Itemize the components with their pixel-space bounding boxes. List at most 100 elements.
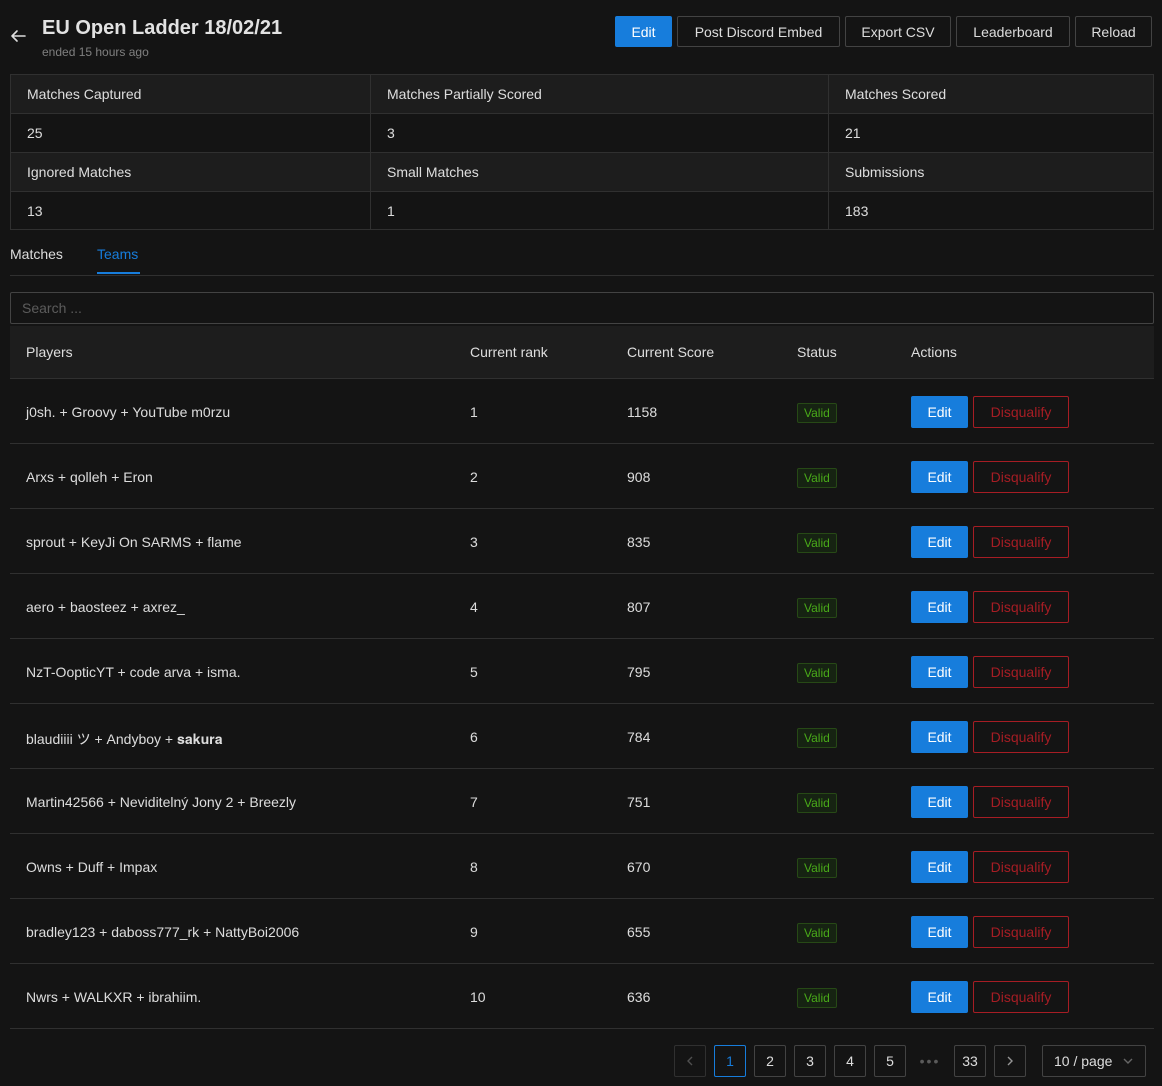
status-badge: Valid — [797, 533, 837, 553]
column-header-rank[interactable]: Current rank — [470, 344, 548, 360]
search-input[interactable] — [10, 292, 1154, 324]
disqualify-team-button[interactable]: Disqualify — [973, 981, 1069, 1013]
team-players: Martin42566 + Neviditelný Jony 2 + Breez… — [26, 794, 297, 810]
status-badge: Valid — [797, 923, 837, 943]
team-players: aero + baosteez + axrez_ — [26, 599, 185, 615]
team-players: Arxs + qolleh + Eron — [26, 469, 153, 485]
stat-value-submissions: 183 — [829, 192, 1153, 229]
disqualify-team-button[interactable]: Disqualify — [973, 851, 1069, 883]
pagination-prev-button[interactable] — [674, 1045, 706, 1077]
table-row: sprout + KeyJi On SARMS + flame 3 835 Valid… — [10, 509, 1154, 574]
table-row: NzT-OopticYT + code arva + isma. 5 795 Vali… — [10, 639, 1154, 704]
team-players: NzT-OopticYT + code arva + isma. — [26, 664, 241, 680]
team-score: 807 — [627, 599, 651, 615]
edit-event-button[interactable]: Edit — [615, 16, 672, 47]
team-rank: 3 — [470, 534, 478, 550]
column-header-status[interactable]: Status — [797, 344, 837, 360]
pagination-page-2[interactable]: 2 — [754, 1045, 786, 1077]
edit-team-button[interactable]: Edit — [911, 851, 968, 883]
team-players: blaudiiii ツ + Andyboy + 𝐬𝐚𝐤𝐮𝐫𝐚 — [26, 731, 223, 747]
status-badge: Valid — [797, 598, 837, 618]
column-header-players[interactable]: Players — [26, 344, 73, 360]
post-discord-embed-button[interactable]: Post Discord Embed — [677, 16, 840, 47]
team-players: Owns + Duff + Impax — [26, 859, 158, 875]
status-badge: Valid — [797, 663, 837, 683]
team-rank: 4 — [470, 599, 478, 615]
table-row: Martin42566 + Neviditelný Jony 2 + Breez… — [10, 769, 1154, 834]
pagination-page-1[interactable]: 1 — [714, 1045, 746, 1077]
team-score: 751 — [627, 794, 651, 810]
disqualify-team-button[interactable]: Disqualify — [973, 591, 1069, 623]
team-score: 835 — [627, 534, 651, 550]
event-page: EU Open Ladder 18/02/21 ended 15 hours a… — [0, 0, 1162, 1086]
page-header: EU Open Ladder 18/02/21 ended 15 hours a… — [0, 0, 1162, 76]
team-rank: 8 — [470, 859, 478, 875]
disqualify-team-button[interactable]: Disqualify — [973, 396, 1069, 428]
stat-label-matches-scored: Matches Scored — [829, 75, 1153, 114]
column-header-score[interactable]: Current Score — [627, 344, 714, 360]
stat-label-ignored-matches: Ignored Matches — [11, 153, 371, 192]
pagination-jump-next[interactable]: ••• — [914, 1045, 946, 1077]
edit-team-button[interactable]: Edit — [911, 656, 968, 688]
team-players: bradley123 + daboss777_rk + NattyBoi2006 — [26, 924, 300, 940]
disqualify-team-button[interactable]: Disqualify — [973, 526, 1069, 558]
table-row: Nwrs + WALKXR + ibrahiim. 10 636 Valid Edit D… — [10, 964, 1154, 1029]
edit-team-button[interactable]: Edit — [911, 916, 968, 948]
table-header: Players Current rank Current Score Statu… — [10, 326, 1154, 379]
chevron-right-icon — [1007, 1056, 1013, 1066]
page-title: EU Open Ladder 18/02/21 — [42, 17, 283, 39]
team-rank: 6 — [470, 729, 478, 745]
team-score: 670 — [627, 859, 651, 875]
team-score: 636 — [627, 989, 651, 1005]
edit-team-button[interactable]: Edit — [911, 786, 968, 818]
disqualify-team-button[interactable]: Disqualify — [973, 721, 1069, 753]
stat-label-matches-captured: Matches Captured — [11, 75, 371, 114]
active-tab-indicator — [97, 272, 140, 274]
disqualify-team-button[interactable]: Disqualify — [973, 916, 1069, 948]
status-badge: Valid — [797, 728, 837, 748]
leaderboard-button[interactable]: Leaderboard — [956, 16, 1070, 47]
edit-team-button[interactable]: Edit — [911, 526, 968, 558]
pagination-page-last[interactable]: 33 — [954, 1045, 986, 1077]
edit-team-button[interactable]: Edit — [911, 591, 968, 623]
export-csv-button[interactable]: Export CSV — [845, 16, 951, 47]
tab-bar: Matches Teams — [10, 236, 1154, 276]
edit-team-button[interactable]: Edit — [911, 721, 968, 753]
edit-team-button[interactable]: Edit — [911, 461, 968, 493]
reload-button[interactable]: Reload — [1075, 16, 1152, 47]
team-players: sprout + KeyJi On SARMS + flame — [26, 534, 242, 550]
disqualify-team-button[interactable]: Disqualify — [973, 786, 1069, 818]
edit-team-button[interactable]: Edit — [911, 396, 968, 428]
pagination-page-4[interactable]: 4 — [834, 1045, 866, 1077]
chevron-down-icon — [1123, 1058, 1133, 1064]
team-players: Nwrs + WALKXR + ibrahiim. — [26, 989, 202, 1005]
stat-label-small-matches: Small Matches — [371, 153, 829, 192]
pagination-page-5[interactable]: 5 — [874, 1045, 906, 1077]
arrow-left-icon — [11, 30, 26, 42]
column-header-actions: Actions — [911, 344, 957, 360]
team-score: 655 — [627, 924, 651, 940]
stat-value-ignored-matches: 13 — [11, 192, 371, 229]
disqualify-team-button[interactable]: Disqualify — [973, 461, 1069, 493]
stats-grid: Matches Captured Matches Partially Score… — [10, 74, 1154, 230]
team-score: 908 — [627, 469, 651, 485]
table-row: Owns + Duff + Impax 8 670 Valid Edit Disquali… — [10, 834, 1154, 899]
pagination-next-button[interactable] — [994, 1045, 1026, 1077]
status-badge: Valid — [797, 858, 837, 878]
page-size-select[interactable]: 10 / page — [1042, 1045, 1146, 1077]
tab-teams[interactable]: Teams — [97, 246, 138, 262]
team-rank: 10 — [470, 989, 486, 1005]
page-subtitle: ended 15 hours ago — [42, 45, 149, 59]
pagination-page-3[interactable]: 3 — [794, 1045, 826, 1077]
team-rank: 5 — [470, 664, 478, 680]
tab-matches[interactable]: Matches — [10, 246, 63, 262]
stat-value-matches-partially-scored: 3 — [371, 114, 829, 153]
teams-table: Players Current rank Current Score Statu… — [10, 326, 1154, 1029]
team-score: 1158 — [627, 404, 658, 420]
table-body: j0sh. + Groovy + YouTube m0rzu 1 1158 Valid… — [10, 379, 1154, 1029]
edit-team-button[interactable]: Edit — [911, 981, 968, 1013]
disqualify-team-button[interactable]: Disqualify — [973, 656, 1069, 688]
team-rank: 9 — [470, 924, 478, 940]
back-button[interactable] — [9, 27, 27, 45]
status-badge: Valid — [797, 793, 837, 813]
